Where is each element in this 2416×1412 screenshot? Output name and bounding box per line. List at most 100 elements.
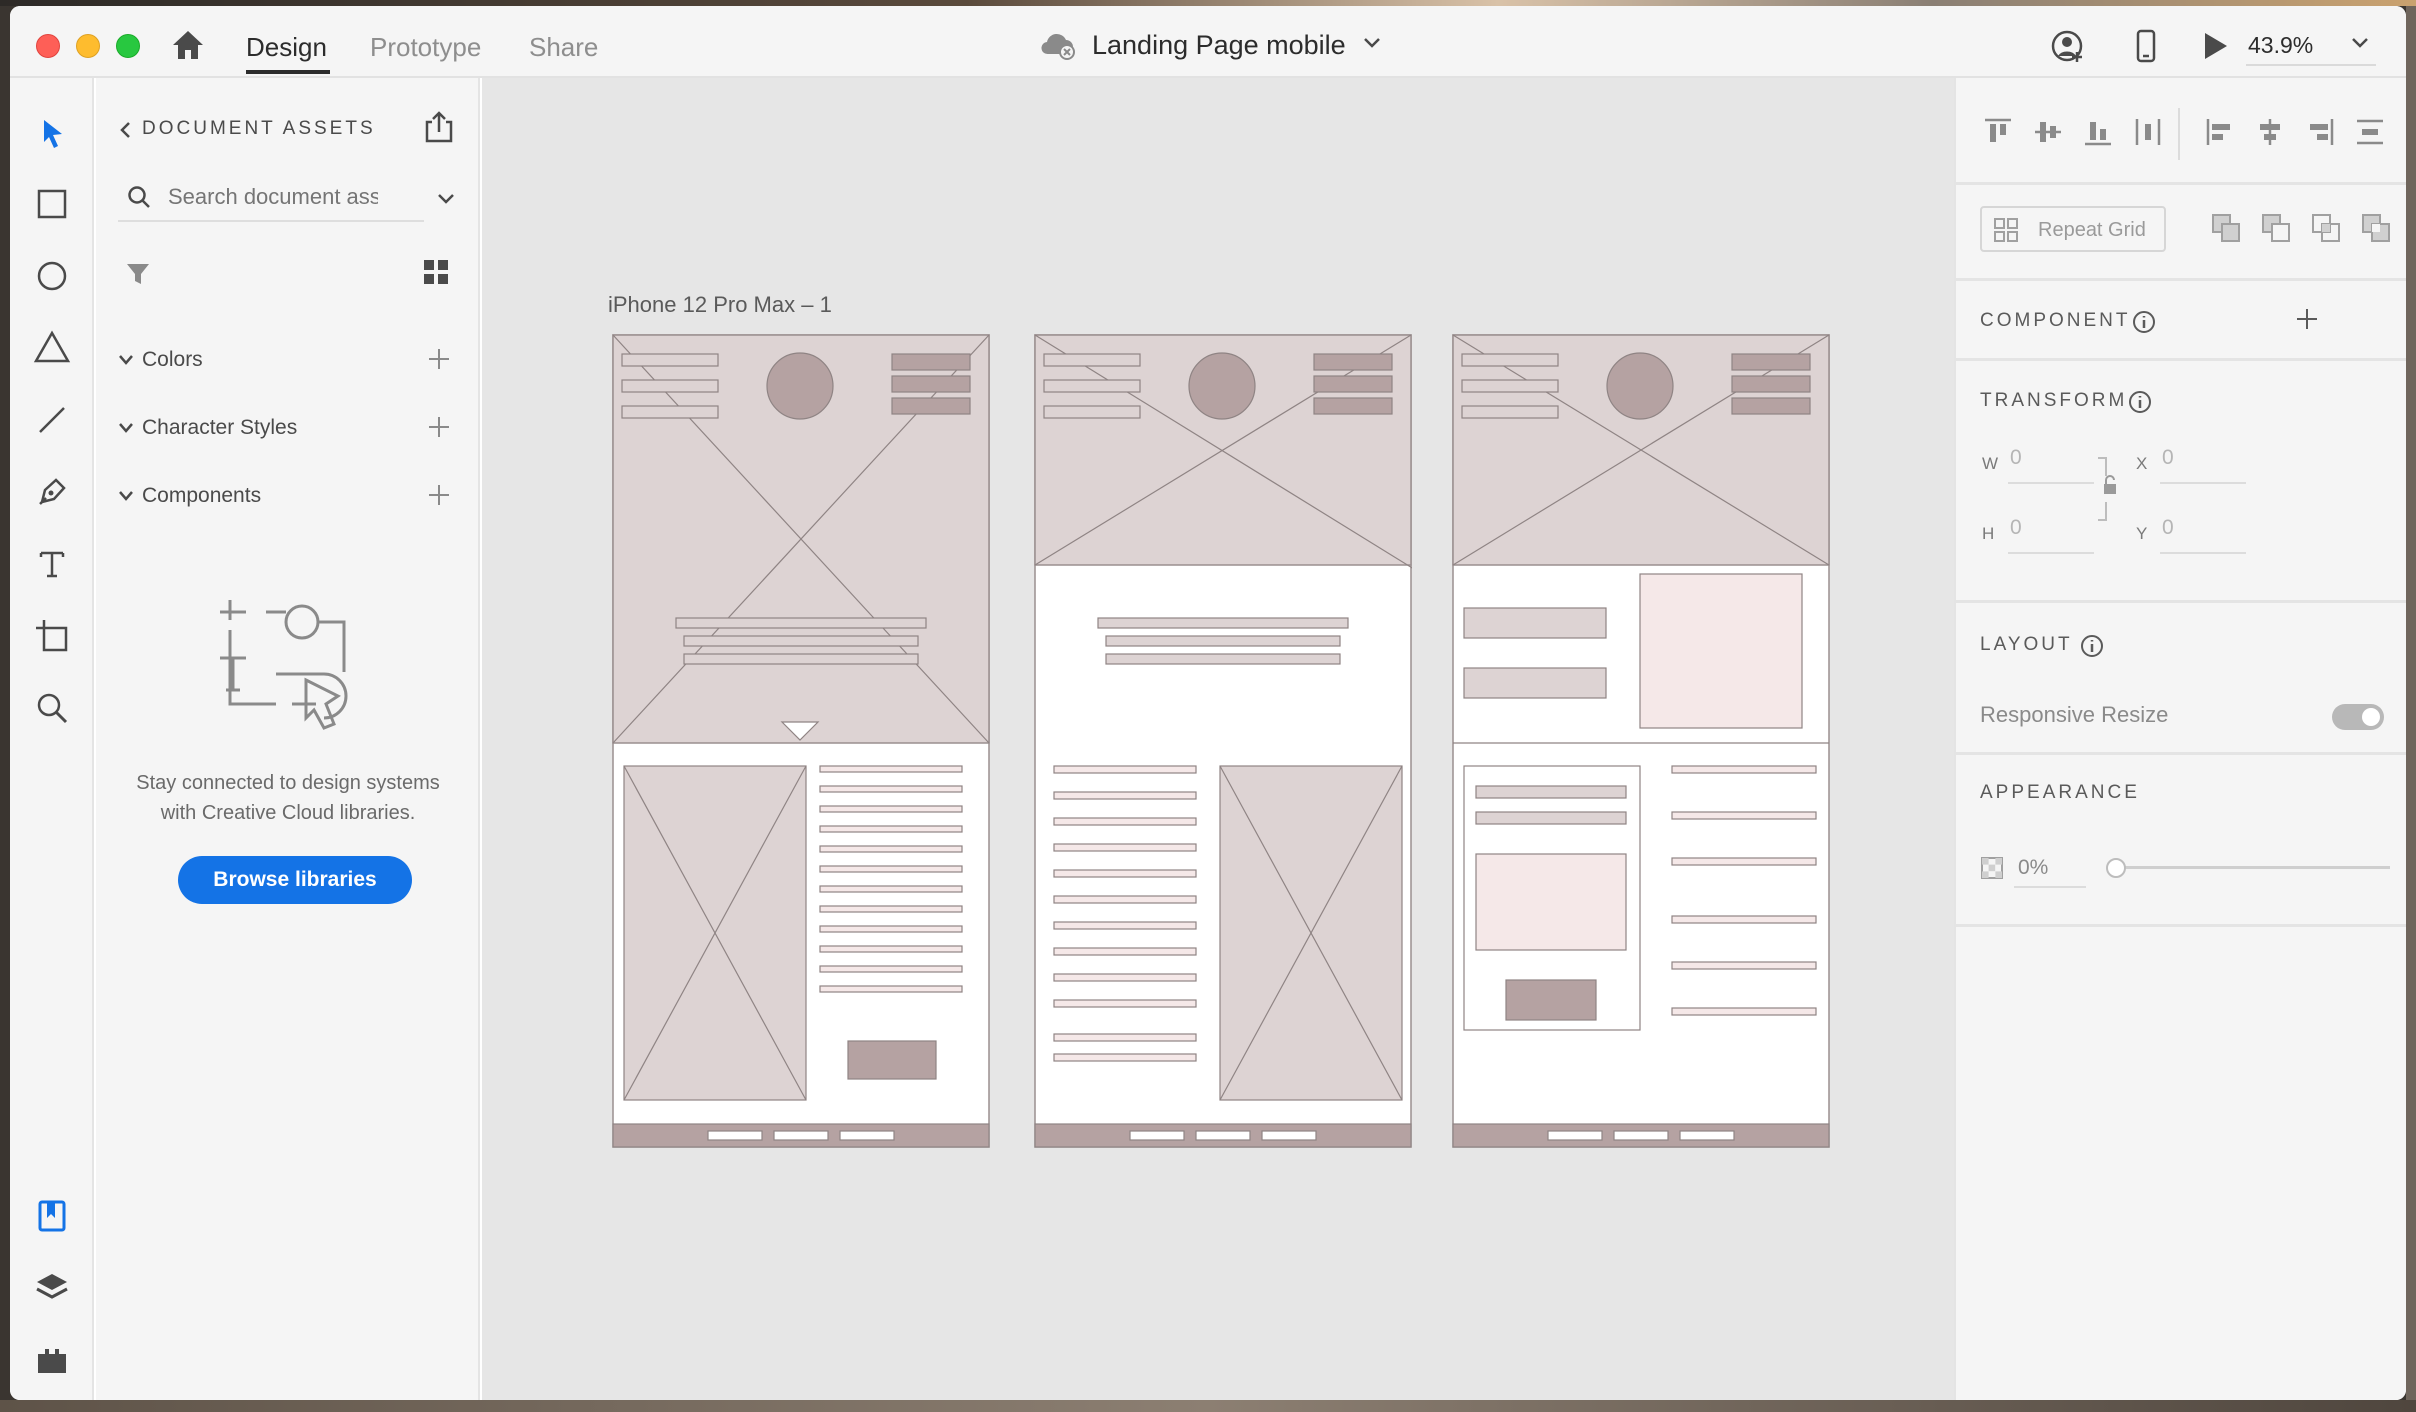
align-separator <box>2178 108 2180 160</box>
app-window: Design Prototype Share Landing Page mobi… <box>10 6 2406 1400</box>
toggle-knob <box>2362 708 2380 726</box>
minimize-window-button[interactable] <box>76 34 100 58</box>
x-label: X <box>2136 454 2148 473</box>
search-input[interactable] <box>168 180 378 214</box>
add-component-icon[interactable] <box>426 482 452 508</box>
info-icon[interactable] <box>2128 390 2152 414</box>
artboard-3[interactable] <box>1452 334 1830 1148</box>
cloud-document-icon <box>1041 33 1075 60</box>
ellipse-icon[interactable] <box>32 256 72 296</box>
panel-divider <box>1956 924 2406 927</box>
add-color-icon[interactable] <box>426 346 452 372</box>
line-icon[interactable] <box>32 400 72 440</box>
artboard-label[interactable]: iPhone 12 Pro Max – 1 <box>608 292 832 318</box>
play-preview-icon[interactable] <box>2196 28 2232 64</box>
tool-rail <box>10 78 94 1400</box>
height-input[interactable]: 0 <box>2010 516 2022 540</box>
home-icon[interactable] <box>170 28 206 62</box>
promo-line-2: with Creative Cloud libraries. <box>160 802 416 824</box>
subtract-boolean-icon[interactable] <box>2260 212 2292 244</box>
opacity-slider-track[interactable] <box>2110 866 2390 869</box>
polygon-icon[interactable] <box>32 328 72 368</box>
active-tab-indicator <box>246 70 330 74</box>
panel-divider <box>1956 752 2406 755</box>
responsive-resize-label: Responsive Resize <box>1980 702 2169 727</box>
panel-divider <box>1956 600 2406 603</box>
export-share-icon[interactable] <box>422 110 456 144</box>
chevron-down-icon[interactable] <box>1362 36 1382 50</box>
layers-icon[interactable] <box>32 1268 72 1308</box>
exclude-boolean-icon[interactable] <box>2360 212 2392 244</box>
create-component-icon[interactable] <box>2294 306 2320 332</box>
chevron-down-icon[interactable] <box>118 490 134 502</box>
chevron-down-icon[interactable] <box>436 192 456 206</box>
align-right-icon[interactable] <box>2304 116 2336 148</box>
artboard-icon[interactable] <box>32 616 72 656</box>
opacity-underline <box>2014 886 2086 888</box>
appearance-section-title: APPEARANCE <box>1980 782 2140 803</box>
repeat-grid-button[interactable]: Repeat Grid <box>1980 206 2166 252</box>
distribute-vertical-icon[interactable] <box>2354 116 2386 148</box>
responsive-resize-toggle[interactable] <box>2332 704 2384 730</box>
select-icon[interactable] <box>32 114 72 154</box>
text-icon[interactable] <box>32 544 72 584</box>
info-icon[interactable] <box>2080 634 2104 658</box>
section-character-styles[interactable]: Character Styles <box>118 414 458 444</box>
y-input[interactable]: 0 <box>2162 516 2174 540</box>
assets-icon[interactable] <box>32 1196 72 1236</box>
artboard-2[interactable] <box>1034 334 1412 1148</box>
browse-libraries-button[interactable]: Browse libraries <box>178 856 412 904</box>
section-components[interactable]: Components <box>118 482 458 512</box>
align-top-icon[interactable] <box>1982 116 2014 148</box>
tab-share[interactable]: Share <box>529 32 598 63</box>
document-assets-panel: DOCUMENT ASSETS Colors <box>96 78 480 1400</box>
design-canvas[interactable]: iPhone 12 Pro Max – 1 <box>482 78 1954 1400</box>
lock-aspect-ratio-icon[interactable] <box>2094 452 2124 526</box>
align-bottom-icon[interactable] <box>2082 116 2114 148</box>
grid-view-icon[interactable] <box>422 258 450 286</box>
height-underline <box>2008 552 2094 554</box>
section-colors[interactable]: Colors <box>118 346 458 376</box>
invite-user-icon[interactable] <box>2050 28 2086 64</box>
align-center-icon[interactable] <box>2254 116 2286 148</box>
intersect-boolean-icon[interactable] <box>2310 212 2342 244</box>
align-left-icon[interactable] <box>2204 116 2236 148</box>
pen-icon[interactable] <box>32 472 72 512</box>
opacity-input[interactable]: 0% <box>2018 856 2048 880</box>
add-boolean-icon[interactable] <box>2210 212 2242 244</box>
panel-divider <box>1956 358 2406 361</box>
document-title[interactable]: Landing Page mobile <box>1092 30 1346 61</box>
design-system-illustration-icon <box>220 600 348 730</box>
width-input[interactable]: 0 <box>2010 446 2022 470</box>
rectangle-icon[interactable] <box>32 184 72 224</box>
desktop-wallpaper-bottom <box>0 1400 2416 1412</box>
tab-prototype[interactable]: Prototype <box>370 32 481 63</box>
filter-icon[interactable] <box>124 260 152 288</box>
info-icon[interactable] <box>2132 310 2156 334</box>
add-character-style-icon[interactable] <box>426 414 452 440</box>
libraries-promo-text: Stay connected to design systems with Cr… <box>96 768 480 828</box>
distribute-horizontal-icon[interactable] <box>2132 116 2164 148</box>
tab-design[interactable]: Design <box>246 32 327 63</box>
promo-line-1: Stay connected to design systems <box>136 772 440 794</box>
align-middle-icon[interactable] <box>2032 116 2064 148</box>
chevron-down-icon[interactable] <box>2350 36 2370 50</box>
chevron-down-icon[interactable] <box>118 354 134 366</box>
property-inspector: Repeat Grid COMPONENT TRANSFORM W 0 H 0 … <box>1954 78 2406 1400</box>
zoom-level[interactable]: 43.9% <box>2248 32 2313 59</box>
opacity-slider-handle[interactable] <box>2106 858 2126 878</box>
plugins-icon[interactable] <box>32 1340 72 1380</box>
width-label: W <box>1982 454 1999 473</box>
y-label: Y <box>2136 524 2148 543</box>
zoom-underline <box>2246 64 2376 66</box>
zoom-window-button[interactable] <box>116 34 140 58</box>
zoom-icon[interactable] <box>32 688 72 728</box>
chevron-left-icon[interactable] <box>118 120 132 140</box>
mobile-preview-icon[interactable] <box>2128 28 2164 64</box>
y-underline <box>2160 552 2246 554</box>
chevron-down-icon[interactable] <box>118 422 134 434</box>
x-input[interactable]: 0 <box>2162 446 2174 470</box>
panel-title: DOCUMENT ASSETS <box>142 118 376 139</box>
close-window-button[interactable] <box>36 34 60 58</box>
artboard-1[interactable] <box>612 334 990 1148</box>
